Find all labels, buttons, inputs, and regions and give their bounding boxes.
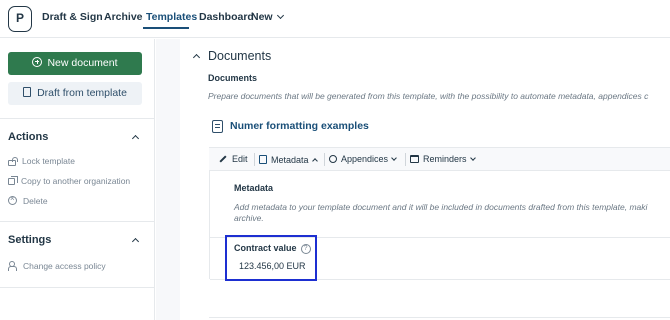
users-icon (8, 261, 17, 271)
metadata-description-line2: archive. (234, 213, 264, 223)
sidebar: New document Draft from template Actions… (0, 39, 155, 320)
metadata-icon (259, 155, 267, 164)
plus-circle-icon (32, 57, 43, 67)
document-toolbar: Edit Metadata Appendices Reminders (209, 147, 670, 171)
change-access-policy-label: Change access policy (23, 261, 106, 271)
chevron-down-icon (469, 155, 476, 161)
sidebar-divider (0, 118, 155, 119)
documents-description: Prepare documents that will be generated… (208, 91, 649, 101)
pencil-icon (219, 155, 227, 163)
new-document-label: New document (47, 57, 118, 69)
metadata-label: Metadata (271, 155, 309, 165)
paperclip-icon (329, 155, 337, 163)
lock-template-action[interactable]: Lock template (8, 156, 75, 166)
draft-from-template-label: Draft from template (37, 87, 127, 99)
chevron-down-icon (391, 155, 397, 161)
copy-organization-label: Copy to another organization (21, 176, 131, 186)
section-divider (209, 317, 670, 318)
documents-section-title[interactable]: Documents (208, 49, 271, 63)
appendices-button[interactable]: Appendices (329, 154, 397, 164)
calendar-icon (410, 155, 419, 163)
content-gutter (156, 39, 180, 320)
document-icon (212, 120, 223, 133)
main-content: Documents Documents Prepare documents th… (181, 39, 670, 320)
lock-icon (8, 157, 18, 166)
toolbar-separator (405, 153, 406, 166)
reminders-button[interactable]: Reminders (410, 154, 476, 164)
delete-icon (8, 194, 17, 205)
edit-button[interactable]: Edit (219, 154, 248, 164)
chevron-up-icon[interactable] (131, 134, 140, 143)
nav-templates[interactable]: Templates (146, 11, 197, 23)
document-title[interactable]: Numer formatting examples (230, 120, 369, 132)
lock-template-label: Lock template (22, 156, 75, 166)
actions-title: Actions (8, 131, 49, 143)
new-document-button[interactable]: New document (8, 52, 142, 75)
nav-draft-sign[interactable]: Draft & Sign (42, 11, 103, 23)
draft-from-template-button[interactable]: Draft from template (8, 82, 142, 105)
settings-title: Settings (8, 234, 52, 246)
chevron-down-icon (276, 11, 284, 20)
sidebar-divider (0, 287, 155, 288)
nav-new-menu[interactable]: New (251, 11, 284, 23)
reminders-label: Reminders (423, 154, 467, 164)
nav-dashboard[interactable]: Dashboard (199, 11, 254, 23)
top-navigation: P Draft & Sign Archive Templates Dashboa… (0, 0, 670, 38)
toolbar-separator (254, 153, 255, 166)
copy-organization-action[interactable]: Copy to another organization (8, 176, 130, 186)
active-tab-indicator (143, 27, 189, 29)
delete-action[interactable]: Delete (8, 194, 48, 206)
metadata-description-line1: Add metadata to your template document a… (234, 202, 648, 212)
copy-icon (8, 176, 18, 185)
chevron-up-icon[interactable] (131, 237, 140, 246)
appendices-label: Appendices (341, 154, 389, 164)
highlight-box (225, 235, 317, 281)
metadata-button[interactable]: Metadata (259, 154, 318, 165)
delete-label: Delete (23, 196, 48, 206)
edit-label: Edit (232, 154, 248, 164)
chevron-up-icon[interactable] (192, 53, 201, 62)
change-access-policy-action[interactable]: Change access policy (8, 260, 106, 271)
chevron-up-icon (311, 158, 318, 164)
app-logo[interactable]: P (8, 6, 32, 32)
nav-archive[interactable]: Archive (104, 11, 143, 23)
nav-new-label: New (251, 11, 273, 23)
toolbar-separator (324, 153, 325, 166)
document-icon (23, 87, 32, 97)
sidebar-divider (0, 221, 155, 222)
documents-subheading: Documents (208, 73, 258, 83)
metadata-title: Metadata (234, 183, 274, 193)
